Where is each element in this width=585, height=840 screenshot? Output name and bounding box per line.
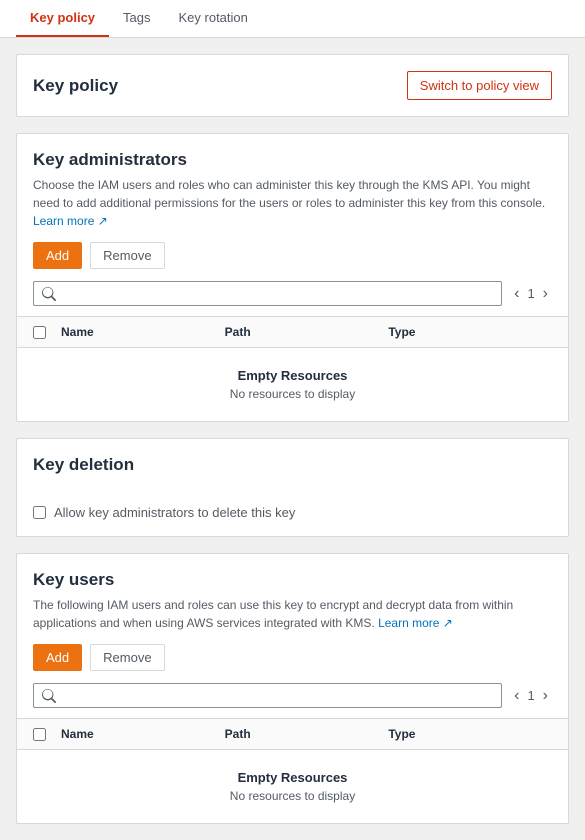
key-administrators-title: Key administrators <box>33 150 552 170</box>
allow-deletion-label: Allow key administrators to delete this … <box>54 505 295 520</box>
key-policy-title: Key policy <box>33 76 118 96</box>
key-users-prev-page-button[interactable]: ‹ <box>510 688 523 704</box>
key-deletion-header: Key deletion <box>17 439 568 493</box>
col-name-2: Name <box>61 727 225 741</box>
key-administrators-table: Name Path Type Empty Resources No resour… <box>17 316 568 421</box>
key-deletion-content: Allow key administrators to delete this … <box>17 493 568 536</box>
key-administrators-learn-more-link[interactable]: Learn more ↗ <box>33 214 108 228</box>
key-policy-header-card: Key policy Switch to policy view <box>16 54 569 117</box>
key-administrators-remove-button[interactable]: Remove <box>90 242 164 269</box>
page-container: Key policy Tags Key rotation Key policy … <box>0 0 585 840</box>
key-users-table-header: Name Path Type <box>17 719 568 750</box>
key-administrators-add-button[interactable]: Add <box>33 242 82 269</box>
key-administrators-search-row: ‹ 1 › <box>17 281 568 316</box>
key-administrators-section: Key administrators Choose the IAM users … <box>16 133 569 422</box>
key-administrators-desc-text: Choose the IAM users and roles who can a… <box>33 178 545 210</box>
key-users-pagination: ‹ 1 › <box>510 688 552 704</box>
external-link-icon-2: ↗ <box>443 616 453 630</box>
key-users-empty-title: Empty Resources <box>33 770 552 785</box>
key-deletion-title: Key deletion <box>33 455 552 475</box>
key-administrators-description: Choose the IAM users and roles who can a… <box>33 176 552 230</box>
search-icon-1 <box>42 287 56 301</box>
key-users-table: Name Path Type Empty Resources No resour… <box>17 718 568 823</box>
col-name-1: Name <box>61 325 225 339</box>
key-users-search-row: ‹ 1 › <box>17 683 568 718</box>
col-path-2: Path <box>225 727 389 741</box>
tab-key-policy[interactable]: Key policy <box>16 0 109 37</box>
select-all-cell-1 <box>33 325 61 339</box>
tab-key-rotation[interactable]: Key rotation <box>165 0 262 37</box>
external-link-icon-1: ↗ <box>98 214 108 228</box>
key-administrators-empty-title: Empty Resources <box>33 368 552 383</box>
key-users-learn-more-link[interactable]: Learn more ↗ <box>378 616 453 630</box>
key-administrators-actions: Add Remove <box>17 242 568 281</box>
key-administrators-pagination: ‹ 1 › <box>510 286 552 302</box>
allow-deletion-checkbox[interactable] <box>33 506 46 519</box>
key-users-next-page-button[interactable]: › <box>539 688 552 704</box>
key-administrators-search-wrapper <box>33 281 502 306</box>
select-all-checkbox-1[interactable] <box>33 326 46 339</box>
key-deletion-section: Key deletion Allow key administrators to… <box>16 438 569 537</box>
key-users-add-button[interactable]: Add <box>33 644 82 671</box>
key-administrators-prev-page-button[interactable]: ‹ <box>510 286 523 302</box>
key-users-search-input[interactable] <box>60 688 493 703</box>
key-users-header: Key users The following IAM users and ro… <box>17 554 568 644</box>
key-administrators-header: Key administrators Choose the IAM users … <box>17 134 568 242</box>
col-type-2: Type <box>388 727 552 741</box>
learn-more-text-2: Learn more <box>378 616 439 630</box>
key-users-section: Key users The following IAM users and ro… <box>16 553 569 824</box>
search-icon-2 <box>42 689 56 703</box>
key-administrators-empty-subtitle: No resources to display <box>33 387 552 401</box>
col-type-1: Type <box>388 325 552 339</box>
key-administrators-next-page-button[interactable]: › <box>539 286 552 302</box>
key-administrators-table-header: Name Path Type <box>17 317 568 348</box>
select-all-checkbox-2[interactable] <box>33 728 46 741</box>
main-content: Key policy Switch to policy view Key adm… <box>0 38 585 840</box>
key-administrators-search-input[interactable] <box>60 286 493 301</box>
key-users-empty-state: Empty Resources No resources to display <box>17 750 568 823</box>
key-users-remove-button[interactable]: Remove <box>90 644 164 671</box>
key-administrators-page-num: 1 <box>527 286 534 301</box>
key-users-page-num: 1 <box>527 688 534 703</box>
key-users-title: Key users <box>33 570 552 590</box>
key-users-search-wrapper <box>33 683 502 708</box>
switch-to-policy-view-button[interactable]: Switch to policy view <box>407 71 552 100</box>
key-users-empty-subtitle: No resources to display <box>33 789 552 803</box>
learn-more-text-1: Learn more <box>33 214 94 228</box>
select-all-cell-2 <box>33 727 61 741</box>
key-users-description: The following IAM users and roles can us… <box>33 596 552 632</box>
col-path-1: Path <box>225 325 389 339</box>
tabs-bar: Key policy Tags Key rotation <box>0 0 585 38</box>
tab-tags[interactable]: Tags <box>109 0 164 37</box>
key-administrators-empty-state: Empty Resources No resources to display <box>17 348 568 421</box>
